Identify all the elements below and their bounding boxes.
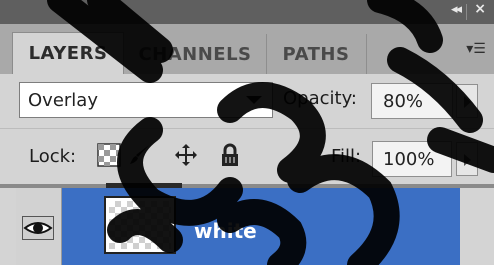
- lock-all-icon[interactable]: [218, 143, 242, 167]
- play-arrow-icon: [464, 154, 471, 166]
- play-arrow-icon: [464, 96, 471, 108]
- lock-options-row: Lock: Fill: 100%: [0, 128, 494, 185]
- panel-tab-bar: LAYERS CHANNELS PATHS ▾☰: [0, 24, 494, 74]
- lock-transparent-pixels-icon[interactable]: [97, 143, 121, 167]
- blend-mode-value: Overlay: [28, 89, 98, 111]
- panel-menu-icon[interactable]: ▾☰: [462, 41, 490, 63]
- tab-paths[interactable]: PATHS: [266, 34, 367, 74]
- layer-thumbnail[interactable]: [104, 196, 176, 254]
- lock-label: Lock:: [29, 146, 77, 167]
- fill-input[interactable]: 100%: [372, 141, 452, 177]
- opacity-label: Opacity:: [283, 88, 357, 109]
- opacity-slider-button[interactable]: [456, 84, 478, 118]
- layer-row-gutter: [460, 188, 494, 265]
- double-chevron-left-icon[interactable]: ◂◂: [451, 2, 462, 17]
- eye-icon: [23, 222, 53, 234]
- titlebar-separator: [466, 4, 467, 20]
- opacity-input[interactable]: 80%: [371, 83, 453, 119]
- visibility-toggle[interactable]: [16, 188, 62, 265]
- blend-mode-select[interactable]: Overlay: [19, 82, 273, 118]
- tab-channels[interactable]: CHANNELS: [124, 34, 267, 74]
- fill-label: Fill:: [331, 146, 362, 167]
- blend-options-row: Overlay Opacity: 80%: [0, 74, 494, 128]
- close-icon[interactable]: ×: [474, 1, 486, 17]
- lock-image-pixels-icon[interactable]: [127, 143, 151, 167]
- layer-row[interactable]: white: [0, 188, 494, 265]
- lock-position-icon[interactable]: [174, 143, 198, 167]
- transparency-checkerboard: [109, 201, 171, 249]
- fill-slider-button[interactable]: [456, 142, 478, 176]
- chevron-down-icon: [246, 96, 262, 104]
- visibility-box: [22, 216, 54, 240]
- layer-name[interactable]: white: [194, 219, 257, 243]
- tab-layers[interactable]: LAYERS: [12, 32, 124, 74]
- panel-titlebar: ◂◂ ×: [0, 0, 494, 24]
